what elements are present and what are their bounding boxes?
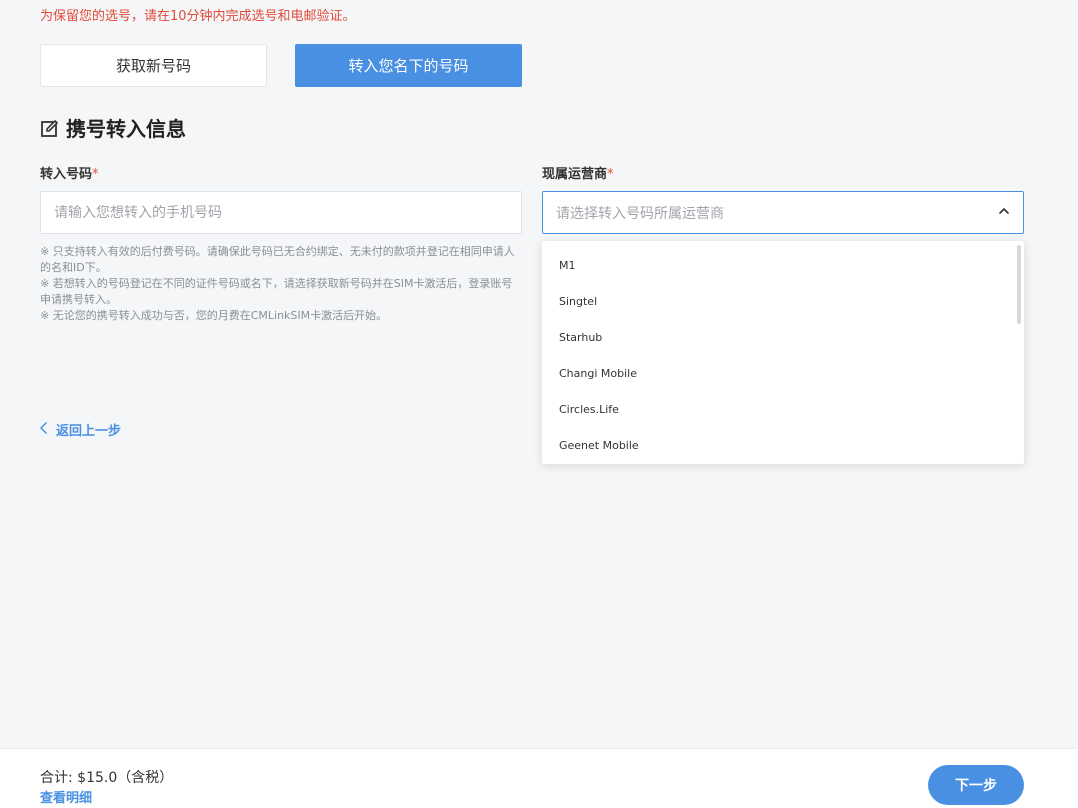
section-title: 携号转入信息	[40, 113, 186, 142]
carrier-option-circles-life[interactable]: Circles.Life	[542, 392, 1024, 428]
chevron-up-icon[interactable]	[998, 205, 1010, 221]
note-item: ※ 只支持转入有效的后付费号码。请确保此号码已无合约绑定、无未付的款项并登记在相…	[40, 245, 515, 274]
number-field[interactable]	[40, 191, 522, 234]
carrier-option-geenet-mobile[interactable]: Geenet Mobile	[542, 428, 1024, 464]
tab-get-new-number[interactable]: 获取新号码	[40, 44, 267, 87]
tab-transfer-number[interactable]: 转入您名下的号码	[295, 44, 522, 87]
chevron-left-icon	[40, 421, 48, 438]
back-link[interactable]: 返回上一步	[40, 420, 121, 439]
footer-bar: 合计: $15.0（含税） 查看明细 下一步	[0, 748, 1078, 808]
note-item: ※ 无论您的携号转入成功与否，您的月费在CMLinkSIM卡激活后开始。	[40, 309, 388, 322]
carrier-label-text: 现属运营商	[542, 167, 608, 182]
back-link-label: 返回上一步	[56, 424, 122, 439]
view-details-link[interactable]: 查看明细	[40, 787, 92, 806]
number-input[interactable]	[54, 204, 508, 221]
carrier-option-m1[interactable]: M1	[542, 248, 1024, 284]
carrier-select[interactable]: 请选择转入号码所属运营商	[542, 191, 1024, 234]
carrier-option-singtel[interactable]: Singtel	[542, 284, 1024, 320]
total-price: 合计: $15.0（含税）	[40, 770, 174, 786]
dropdown-scrollbar[interactable]	[1017, 245, 1021, 324]
transfer-notes: ※ 只支持转入有效的后付费号码。请确保此号码已无合约绑定、无未付的款项并登记在相…	[40, 244, 522, 324]
section-title-text: 携号转入信息	[66, 117, 186, 141]
edit-icon	[40, 118, 60, 138]
page: 为保留您的选号，请在10分钟内完成选号和电邮验证。 获取新号码 转入您名下的号码…	[0, 0, 1078, 808]
note-item: ※ 若想转入的号码登记在不同的证件号码或名下，请选择获取新号码并在SIM卡激活后…	[40, 277, 513, 306]
carrier-select-placeholder: 请选择转入号码所属运营商	[556, 205, 724, 222]
carrier-option-changi-mobile[interactable]: Changi Mobile	[542, 356, 1024, 392]
number-label: 转入号码*	[40, 163, 99, 182]
required-mark: *	[607, 167, 614, 182]
carrier-label: 现属运营商*	[542, 163, 614, 182]
next-step-button[interactable]: 下一步	[928, 765, 1024, 805]
required-mark: *	[92, 167, 99, 182]
carrier-option-starhub[interactable]: Starhub	[542, 320, 1024, 356]
carrier-option-list: M1 Singtel Starhub Changi Mobile Circles…	[542, 241, 1024, 464]
carrier-dropdown[interactable]: M1 Singtel Starhub Changi Mobile Circles…	[542, 241, 1024, 464]
number-label-text: 转入号码	[40, 167, 93, 182]
reservation-notice: 为保留您的选号，请在10分钟内完成选号和电邮验证。	[40, 9, 356, 24]
